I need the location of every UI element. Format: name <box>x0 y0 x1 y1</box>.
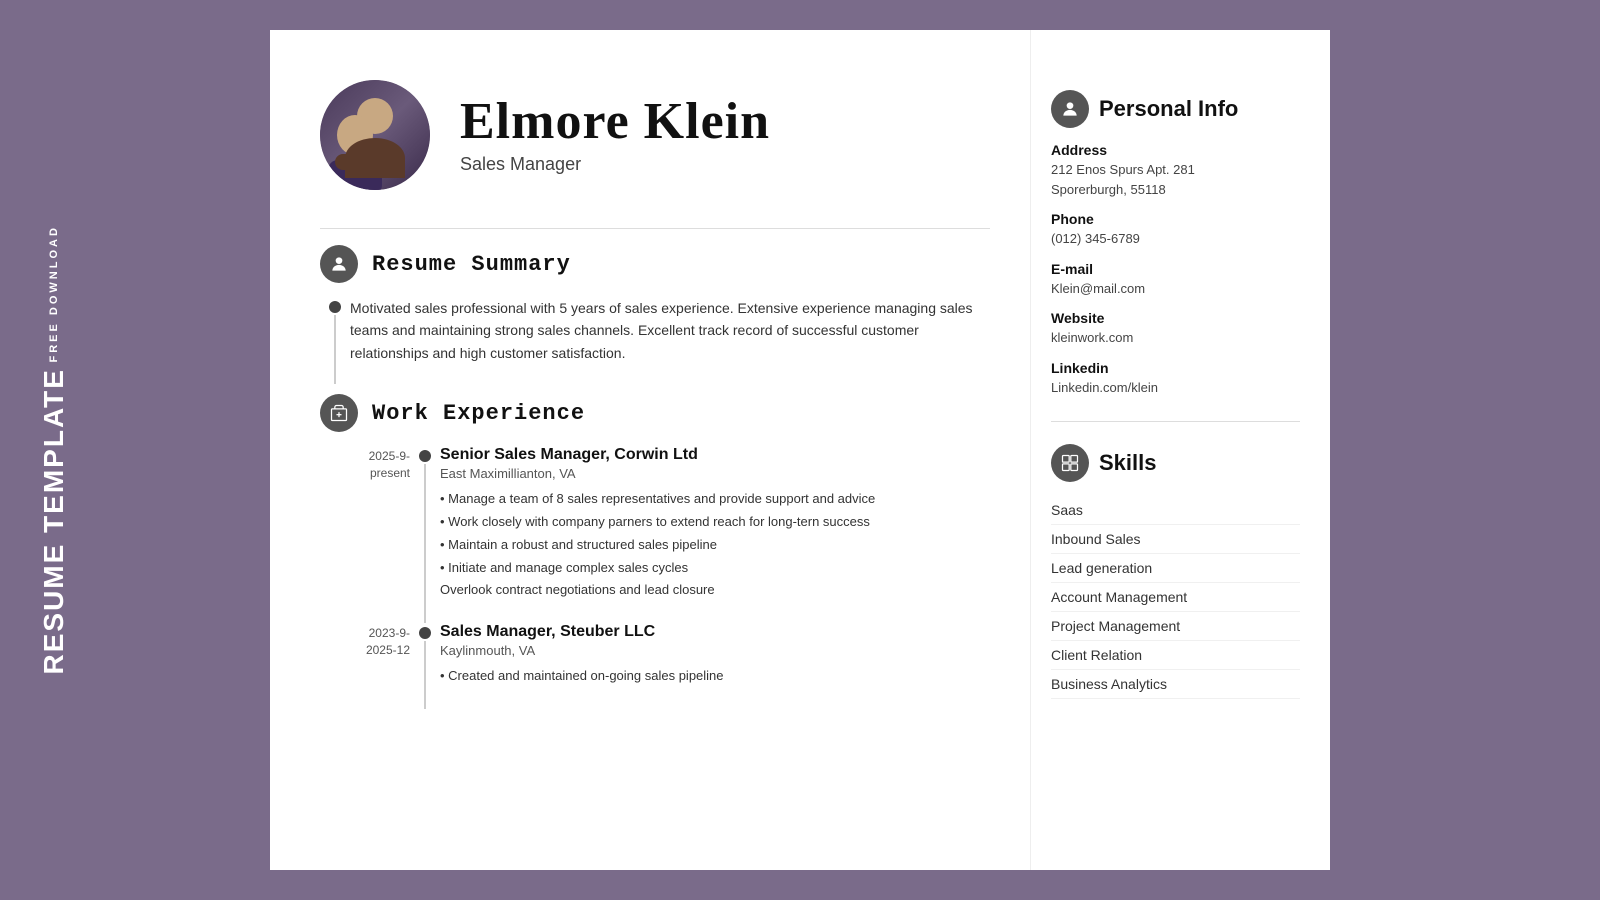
phone-field: Phone (012) 345-6789 <box>1051 211 1300 249</box>
linkedin-field: Linkedin Linkedin.com/klein <box>1051 360 1300 398</box>
work-icon <box>320 394 358 432</box>
job-1-location: East Maximillianton, VA <box>440 466 990 481</box>
phone-label: Phone <box>1051 211 1300 227</box>
personal-info-header: Personal Info <box>1051 90 1300 128</box>
email-value: Klein@mail.com <box>1051 279 1300 299</box>
side-label: FREE DOWNLOAD RESUME TEMPLATE <box>40 225 68 675</box>
skills-icon <box>1051 444 1089 482</box>
job-1-dot-col <box>410 446 440 623</box>
personal-info-title: Personal Info <box>1099 96 1238 122</box>
job-1-date-start: 2025-9- <box>369 449 410 463</box>
job-1: 2025-9- present Senior Sales Manager, Co… <box>320 446 990 623</box>
job-2: 2023-9- 2025-12 Sales Manager, Steuber L… <box>320 623 990 709</box>
skill-business-analytics: Business Analytics <box>1051 670 1300 699</box>
address-label: Address <box>1051 142 1300 158</box>
avatar <box>320 80 430 190</box>
person-name: Elmore Klein <box>460 96 770 148</box>
background: FREE DOWNLOAD RESUME TEMPLATE <box>0 0 1600 900</box>
summary-dot-col <box>320 297 350 384</box>
resume-card: Elmore Klein Sales Manager Resume Summar… <box>270 30 1330 870</box>
job-1-bullet-2: • Work closely with company parners to e… <box>440 512 990 533</box>
free-download-label: FREE DOWNLOAD <box>48 225 60 362</box>
address-value: 212 Enos Spurs Apt. 281Sporerburgh, 5511… <box>1051 160 1300 199</box>
email-label: E-mail <box>1051 261 1300 277</box>
sidebar-divider <box>1051 421 1300 422</box>
phone-value: (012) 345-6789 <box>1051 229 1300 249</box>
website-field: Website kleinwork.com <box>1051 310 1300 348</box>
person-title: Sales Manager <box>460 154 770 175</box>
job-1-date-end: present <box>370 466 410 480</box>
skills-title: Skills <box>1099 450 1156 476</box>
person-sidebar-icon <box>1060 99 1080 119</box>
job-2-location: Kaylinmouth, VA <box>440 643 990 658</box>
job-1-bullet-5: Overlook contract negotiations and lead … <box>440 580 990 601</box>
job-2-dot-col <box>410 623 440 709</box>
job-1-details: Senior Sales Manager, Corwin Ltd East Ma… <box>440 446 990 623</box>
person-icon <box>329 254 349 274</box>
job-1-dot <box>419 450 431 462</box>
divider-1 <box>320 228 990 229</box>
address-field: Address 212 Enos Spurs Apt. 281Sporerbur… <box>1051 142 1300 199</box>
summary-title: Resume Summary <box>372 252 571 277</box>
resume-template-label: RESUME TEMPLATE <box>40 369 68 675</box>
avatar-svg <box>320 110 390 190</box>
skills-header: Skills <box>1051 444 1300 482</box>
summary-section-header: Resume Summary <box>320 245 990 283</box>
job-2-dot <box>419 627 431 639</box>
job-2-date-end: 2025-12 <box>366 643 410 657</box>
job-2-bullet-1: • Created and maintained on-going sales … <box>440 666 990 687</box>
job-1-bullet-4: • Initiate and manage complex sales cycl… <box>440 558 990 579</box>
summary-text: Motivated sales professional with 5 year… <box>350 297 990 364</box>
summary-line <box>334 315 336 384</box>
job-2-title: Sales Manager, Steuber LLC <box>440 623 990 641</box>
email-field: E-mail Klein@mail.com <box>1051 261 1300 299</box>
skill-project-management: Project Management <box>1051 612 1300 641</box>
skill-client-relation: Client Relation <box>1051 641 1300 670</box>
building-icon <box>329 403 349 423</box>
skill-inbound-sales: Inbound Sales <box>1051 525 1300 554</box>
job-2-details: Sales Manager, Steuber LLC Kaylinmouth, … <box>440 623 990 709</box>
linkedin-value: Linkedin.com/klein <box>1051 378 1300 398</box>
work-title: Work Experience <box>372 401 585 426</box>
main-content: Elmore Klein Sales Manager Resume Summar… <box>270 30 1030 870</box>
job-1-date: 2025-9- present <box>320 446 410 623</box>
summary-wrapper: Motivated sales professional with 5 year… <box>320 297 990 384</box>
skill-lead-generation: Lead generation <box>1051 554 1300 583</box>
personal-info-icon <box>1051 90 1089 128</box>
work-section-header: Work Experience <box>320 394 990 432</box>
job-2-date-start: 2023-9- <box>369 626 410 640</box>
website-label: Website <box>1051 310 1300 326</box>
job-1-bullet-1: • Manage a team of 8 sales representativ… <box>440 489 990 510</box>
header-text: Elmore Klein Sales Manager <box>460 96 770 175</box>
summary-icon <box>320 245 358 283</box>
summary-entry-col: Motivated sales professional with 5 year… <box>350 297 990 384</box>
job-2-line <box>424 641 426 709</box>
job-2-date: 2023-9- 2025-12 <box>320 623 410 709</box>
avatar-placeholder <box>320 80 430 190</box>
linkedin-label: Linkedin <box>1051 360 1300 376</box>
job-1-bullet-3: • Maintain a robust and structured sales… <box>440 535 990 556</box>
skill-saas: Saas <box>1051 496 1300 525</box>
job-1-title: Senior Sales Manager, Corwin Ltd <box>440 446 990 464</box>
header-section: Elmore Klein Sales Manager <box>320 80 990 190</box>
website-value: kleinwork.com <box>1051 328 1300 348</box>
job-1-line <box>424 464 426 623</box>
right-sidebar: Personal Info Address 212 Enos Spurs Apt… <box>1030 30 1330 870</box>
grid-icon <box>1060 453 1080 473</box>
summary-dot <box>329 301 341 313</box>
skill-account-management: Account Management <box>1051 583 1300 612</box>
